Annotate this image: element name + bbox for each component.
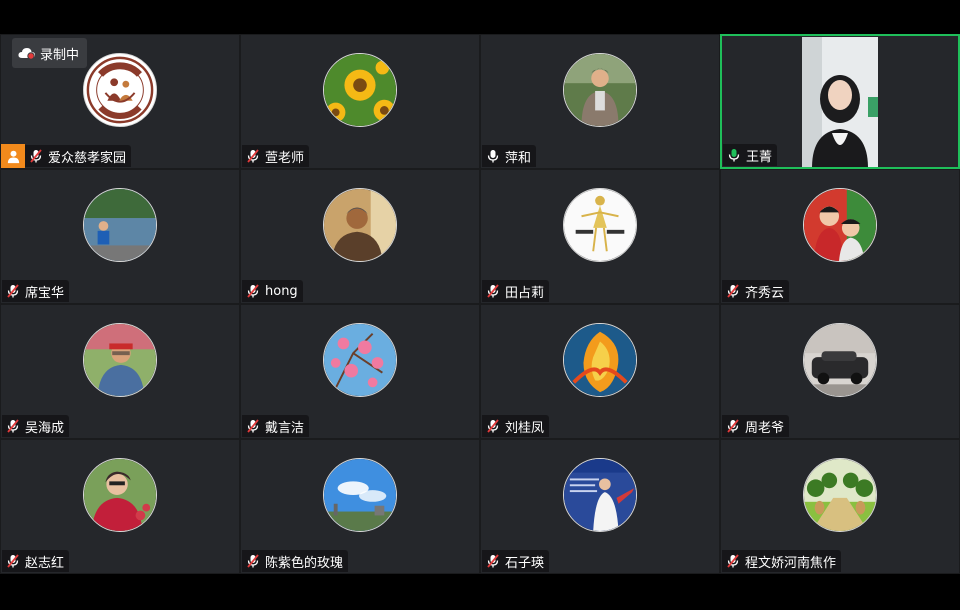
mic-muted-icon (244, 552, 262, 570)
mic-muted-icon (484, 417, 502, 435)
participant-name: 爱众慈孝家园 (48, 150, 127, 166)
mic-muted-icon (724, 282, 742, 300)
mic-muted-icon (724, 552, 742, 570)
cloud-record-icon (18, 48, 35, 60)
participant-avatar (323, 323, 397, 397)
participant-avatar (563, 53, 637, 127)
participant-name-label: 萱老师 (242, 145, 310, 167)
participant-name: 萍和 (505, 150, 532, 166)
participant-name: 陈紫色的玫瑰 (265, 555, 344, 571)
participant-name: 石子瑛 (505, 555, 545, 571)
participant-name: hong (265, 283, 298, 299)
participant-name: 吴海成 (25, 420, 65, 436)
participant-tile[interactable]: 田占莉 (480, 169, 720, 304)
participant-name-label: hong (242, 280, 303, 302)
participant-tile[interactable]: 赵志红 (0, 439, 240, 574)
mic-muted-icon (244, 417, 262, 435)
participant-avatar (83, 188, 157, 262)
participant-name: 程文娇河南焦作 (745, 555, 837, 571)
recording-label: 录制中 (40, 47, 80, 63)
person-icon (7, 150, 19, 163)
participant-name: 萱老师 (265, 150, 305, 166)
participant-avatar (803, 188, 877, 262)
participant-name-label: 田占莉 (482, 280, 550, 302)
participant-tile[interactable]: 程文娇河南焦作 (720, 439, 960, 574)
participant-name-label: 周老爷 (722, 415, 790, 437)
mic-muted-icon (484, 282, 502, 300)
participant-name-label: 萍和 (482, 145, 537, 167)
mic-icon (484, 147, 502, 165)
participant-avatar (803, 323, 877, 397)
participant-name-label: 爱众慈孝家园 (25, 145, 132, 167)
participant-name-label: 陈紫色的玫瑰 (242, 550, 349, 572)
participant-avatar (323, 53, 397, 127)
participant-avatar (83, 458, 157, 532)
mic-muted-icon (244, 147, 262, 165)
participant-name: 王菁 (746, 149, 773, 165)
participant-name: 齐秀云 (745, 285, 785, 301)
participant-name-label: 王菁 (723, 144, 778, 166)
participant-grid: 爱众慈孝家园 萱老师 萍和 王菁 席宝华 hong 田占莉 齐秀云 吴海成 戴言… (0, 34, 960, 574)
participant-tile[interactable]: 萍和 (480, 34, 720, 169)
participant-tile[interactable]: 齐秀云 (720, 169, 960, 304)
participant-name-label: 石子瑛 (482, 550, 550, 572)
participant-name-label: 戴言洁 (242, 415, 310, 437)
participant-tile[interactable]: 石子瑛 (480, 439, 720, 574)
participant-avatar (563, 458, 637, 532)
participant-name-label: 刘桂凤 (482, 415, 550, 437)
participant-tile[interactable]: hong (240, 169, 480, 304)
participant-tile[interactable]: 萱老师 (240, 34, 480, 169)
participant-tile[interactable]: 陈紫色的玫瑰 (240, 439, 480, 574)
participant-avatar (563, 323, 637, 397)
participant-tile[interactable]: 席宝华 (0, 169, 240, 304)
participant-tile[interactable]: 周老爷 (720, 304, 960, 439)
participant-name: 赵志红 (25, 555, 65, 571)
participant-avatar (323, 188, 397, 262)
participant-tile[interactable]: 刘桂凤 (480, 304, 720, 439)
participant-tile[interactable]: 戴言洁 (240, 304, 480, 439)
host-badge (1, 144, 25, 168)
participant-avatar (83, 323, 157, 397)
mic-speaking-icon (725, 146, 743, 164)
participant-avatar (563, 188, 637, 262)
participant-avatar (803, 458, 877, 532)
participant-tile-active-speaker[interactable]: 王菁 (720, 34, 960, 169)
mic-muted-icon (4, 417, 22, 435)
participant-name: 戴言洁 (265, 420, 305, 436)
mic-muted-icon (484, 552, 502, 570)
participant-video (802, 37, 878, 167)
participant-name-label: 赵志红 (2, 550, 70, 572)
participant-avatar (323, 458, 397, 532)
participant-tile[interactable]: 吴海成 (0, 304, 240, 439)
mic-muted-icon (4, 282, 22, 300)
mic-muted-icon (4, 552, 22, 570)
participant-name-label: 席宝华 (2, 280, 70, 302)
participant-name: 田占莉 (505, 285, 545, 301)
participant-name-label: 吴海成 (2, 415, 70, 437)
participant-name-label: 程文娇河南焦作 (722, 550, 842, 572)
recording-indicator[interactable]: 录制中 (12, 38, 88, 68)
participant-avatar-logo (83, 53, 157, 127)
participant-name: 刘桂凤 (505, 420, 545, 436)
mic-muted-icon (724, 417, 742, 435)
mic-muted-icon (244, 282, 262, 300)
participant-name: 席宝华 (25, 285, 65, 301)
participant-name: 周老爷 (745, 420, 785, 436)
participant-name-label: 齐秀云 (722, 280, 790, 302)
mic-muted-icon (27, 147, 45, 165)
